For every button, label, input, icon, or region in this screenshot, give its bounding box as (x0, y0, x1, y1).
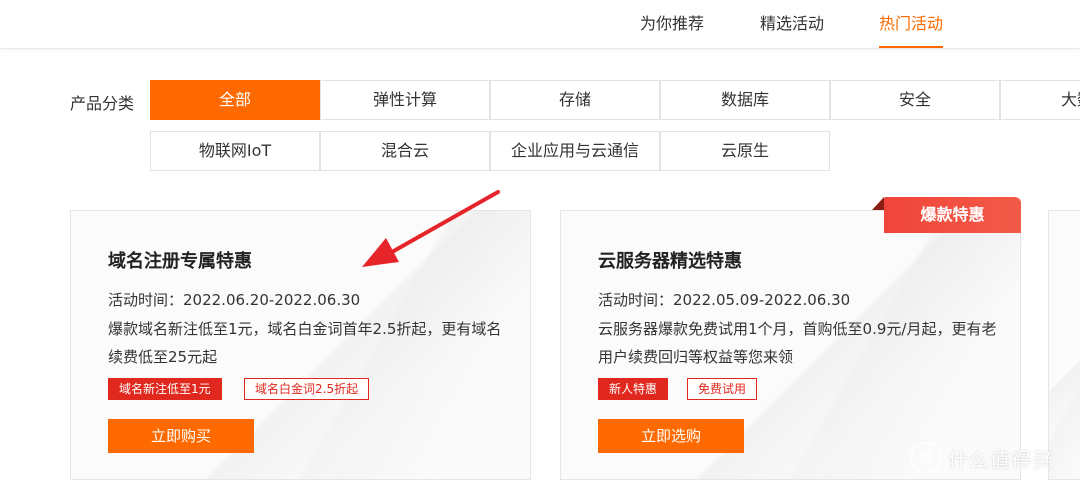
category-enterprise-apps[interactable]: 企业应用与云通信 (490, 131, 660, 171)
watermark-text: 什么值得买 (948, 447, 1053, 472)
tab-hot-activities[interactable]: 热门活动 (879, 10, 944, 48)
card-description: 爆款域名新注低至1元，域名白金词首年2.5折起，更有域名续费低至25元起 (108, 320, 502, 366)
hot-deal-badge: 爆款特惠 (872, 197, 1021, 233)
tab-featured-activities[interactable]: 精选活动 (760, 10, 824, 34)
card-title: 云服务器精选特惠 (598, 251, 742, 272)
category-all[interactable]: 全部 (150, 80, 320, 120)
category-database[interactable]: 数据库 (660, 80, 830, 120)
category-iot[interactable]: 物联网IoT (150, 131, 320, 171)
category-security[interactable]: 安全 (830, 80, 1000, 120)
card-activity-time: 活动时间：2022.05.09-2022.06.30 (598, 291, 851, 309)
tag-new-user: 新人特惠 (598, 378, 669, 400)
tag-domain-platinum: 域名白金词2.5折起 (244, 378, 370, 400)
buy-now-button[interactable]: 立即购买 (108, 419, 254, 453)
card-title: 域名注册专属特惠 (108, 251, 252, 272)
top-tab-bar: 为你推荐 精选活动 热门活动 (0, 0, 1080, 49)
product-card-domain[interactable]: 域名注册专属特惠 活动时间：2022.06.20-2022.06.30 爆款域名… (70, 210, 531, 480)
tag-free-trial: 免费试用 (687, 378, 758, 400)
card-description: 云服务器爆款免费试用1个月，首购低至0.9元/月起，更有老用户续费回归等权益等您… (598, 320, 997, 366)
category-cloud-native[interactable]: 云原生 (660, 131, 830, 171)
select-now-button[interactable]: 立即选购 (598, 419, 744, 453)
category-elastic-compute[interactable]: 弹性计算 (320, 80, 490, 120)
tag-domain-new-register: 域名新注低至1元 (108, 378, 222, 400)
watermark-logo-icon: 值 (910, 442, 942, 474)
tab-recommended[interactable]: 为你推荐 (640, 10, 704, 34)
category-label: 产品分类 (70, 94, 135, 113)
category-storage[interactable]: 存储 (490, 80, 660, 120)
card-activity-time: 活动时间：2022.06.20-2022.06.30 (108, 291, 361, 309)
category-hybrid-cloud[interactable]: 混合云 (320, 131, 490, 171)
category-big-data[interactable]: 大数 (1000, 80, 1080, 120)
site-watermark: 值 什么值得买 (910, 440, 1053, 476)
